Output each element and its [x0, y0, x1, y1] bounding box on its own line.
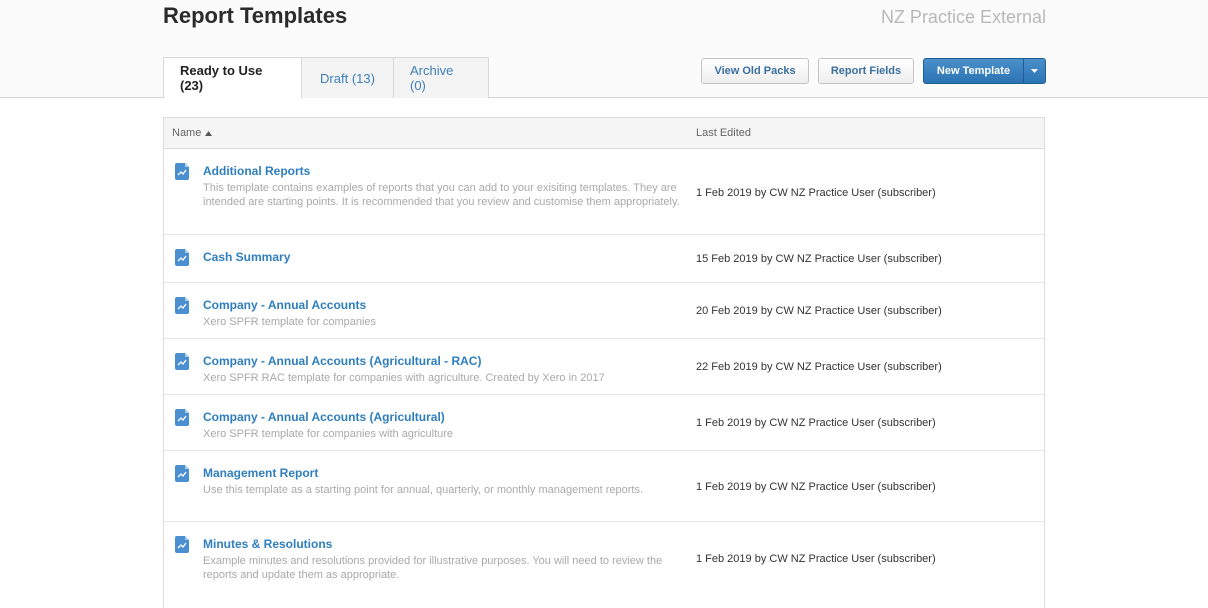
column-name-label: Name — [172, 127, 202, 139]
report-chart-icon — [175, 536, 189, 553]
template-description: Xero SPFR RAC template for companies wit… — [203, 372, 605, 384]
last-edited: 1 Feb 2019 by CW NZ Practice User (subsc… — [696, 553, 936, 565]
template-name-link[interactable]: Additional Reports — [203, 164, 310, 178]
template-description: Use this template as a starting point fo… — [203, 484, 644, 496]
table-row[interactable]: Company - Annual Accounts Xero SPFR temp… — [164, 283, 1044, 339]
template-name-link[interactable]: Minutes & Resolutions — [203, 537, 332, 551]
template-description: This template contains examples of repor… — [203, 182, 680, 208]
tab-ready-to-use[interactable]: Ready to Use (23) — [163, 57, 302, 99]
report-chart-icon — [175, 297, 189, 314]
table-header: Name Last Edited — [164, 118, 1044, 149]
table-row[interactable]: Minutes & Resolutions Example minutes an… — [164, 522, 1044, 602]
new-template-button-group: New Template — [923, 58, 1046, 84]
table-row[interactable]: Management Report Use this template as a… — [164, 451, 1044, 522]
template-name-link[interactable]: Management Report — [203, 466, 318, 480]
tab-archive[interactable]: Archive (0) — [394, 57, 489, 98]
report-chart-icon — [175, 409, 189, 426]
organisation-name: NZ Practice External — [880, 7, 1046, 27]
template-description: Example minutes and resolutions provided… — [203, 555, 663, 581]
template-name-link[interactable]: Company - Annual Accounts — [203, 298, 366, 312]
table-row[interactable]: Company - Annual Accounts (Agricultural … — [164, 339, 1044, 395]
report-fields-button[interactable]: Report Fields — [818, 58, 914, 84]
report-chart-icon — [175, 163, 189, 180]
new-template-button[interactable]: New Template — [924, 59, 1023, 83]
report-chart-icon — [175, 249, 189, 266]
view-old-packs-button[interactable]: View Old Packs — [701, 58, 809, 84]
new-template-dropdown[interactable] — [1023, 59, 1045, 83]
last-edited: 22 Feb 2019 by CW NZ Practice User (subs… — [696, 361, 942, 373]
table-row[interactable]: Cash Summary 15 Feb 2019 by CW NZ Practi… — [164, 235, 1044, 283]
last-edited: 1 Feb 2019 by CW NZ Practice User (subsc… — [696, 187, 936, 199]
last-edited: 1 Feb 2019 by CW NZ Practice User (subsc… — [696, 481, 936, 493]
last-edited: 20 Feb 2019 by CW NZ Practice User (subs… — [696, 305, 942, 317]
templates-table: Name Last Edited Additional Reports This… — [163, 117, 1045, 608]
template-name-link[interactable]: Company - Annual Accounts (Agricultural) — [203, 410, 445, 424]
template-description: Xero SPFR template for companies with ag… — [203, 428, 454, 440]
report-chart-icon — [175, 465, 189, 482]
table-row[interactable]: Company - Annual Accounts (Agricultural)… — [164, 395, 1044, 451]
page-title: Report Templates — [163, 3, 348, 28]
header-area: Report Templates NZ Practice External Re… — [0, 0, 1208, 99]
sort-ascending-icon — [205, 130, 213, 136]
column-name-header[interactable]: Name — [172, 127, 213, 139]
template-description: Xero SPFR template for companies — [203, 316, 377, 328]
chevron-down-icon — [1031, 69, 1038, 73]
table-row[interactable]: Additional Reports This template contain… — [164, 149, 1044, 235]
template-name-link[interactable]: Company - Annual Accounts (Agricultural … — [203, 354, 481, 368]
tab-draft[interactable]: Draft (13) — [302, 57, 394, 98]
last-edited: 15 Feb 2019 by CW NZ Practice User (subs… — [696, 253, 942, 265]
last-edited: 1 Feb 2019 by CW NZ Practice User (subsc… — [696, 417, 936, 429]
column-last-edited-header[interactable]: Last Edited — [696, 127, 751, 139]
template-tabs: Ready to Use (23) Draft (13) Archive (0) — [163, 57, 489, 99]
report-chart-icon — [175, 353, 189, 370]
template-name-link[interactable]: Cash Summary — [203, 250, 290, 264]
